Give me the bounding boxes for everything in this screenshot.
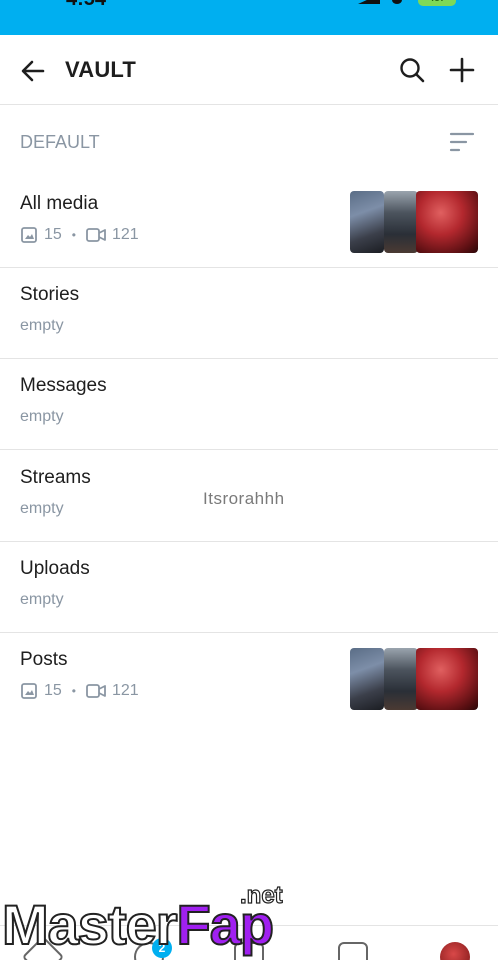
media-thumbnails bbox=[350, 191, 478, 253]
search-icon[interactable] bbox=[398, 56, 426, 84]
watermark-logo: MasterFap .net bbox=[0, 881, 310, 960]
back-arrow-icon[interactable] bbox=[18, 56, 48, 86]
app-bar: VAULT bbox=[0, 35, 498, 105]
page-title: VAULT bbox=[65, 57, 137, 82]
image-icon bbox=[20, 226, 38, 244]
list-item-stories[interactable]: Stories empty bbox=[0, 268, 498, 359]
list-item-name: Messages bbox=[20, 375, 107, 396]
signal-icon bbox=[358, 0, 380, 4]
wifi-icon bbox=[392, 0, 402, 4]
list-item-status: empty bbox=[20, 591, 64, 608]
list-item-stats: 15 • 121 bbox=[20, 224, 139, 246]
photo-count: 15 bbox=[44, 682, 62, 699]
thumbnail-image bbox=[384, 648, 418, 710]
thumbnail-image bbox=[416, 191, 478, 253]
thumbnail-image bbox=[384, 191, 418, 253]
media-thumbnails bbox=[350, 648, 478, 710]
separator-dot: • bbox=[71, 228, 76, 242]
list-item-name: All media bbox=[20, 193, 99, 214]
list-item-name: Uploads bbox=[20, 558, 90, 579]
notifications-icon[interactable] bbox=[338, 942, 368, 960]
overlay-username-text: Itsrorahhh bbox=[203, 489, 285, 508]
list-item-stats: 15 • 121 bbox=[20, 680, 139, 702]
list-item-name: Streams bbox=[20, 467, 91, 488]
photo-count: 15 bbox=[44, 226, 62, 243]
list-item-status: empty bbox=[20, 408, 64, 425]
image-icon bbox=[20, 682, 38, 700]
section-label: DEFAULT bbox=[20, 132, 100, 152]
thumbnail-image bbox=[416, 648, 478, 710]
status-time: 4:54 bbox=[66, 0, 106, 11]
list-item-all-media[interactable]: All media 15 • 121 bbox=[0, 177, 498, 268]
video-icon bbox=[86, 683, 106, 699]
section-header: DEFAULT bbox=[0, 105, 498, 177]
list-item-name: Posts bbox=[20, 649, 68, 670]
watermark-suffix: .net bbox=[239, 881, 283, 909]
status-bar: 4:54 457 bbox=[0, 0, 498, 35]
watermark-text: MasterFap bbox=[1, 892, 275, 957]
video-icon bbox=[86, 227, 106, 243]
list-item-messages[interactable]: Messages empty bbox=[0, 359, 498, 450]
list-item-uploads[interactable]: Uploads empty bbox=[0, 542, 498, 633]
thumbnail-image bbox=[350, 191, 384, 253]
plus-icon[interactable] bbox=[448, 56, 476, 84]
separator-dot: • bbox=[71, 684, 76, 698]
list-item-posts[interactable]: Posts 15 • 121 bbox=[0, 633, 498, 724]
thumbnail-image bbox=[350, 648, 384, 710]
list-item-status: empty bbox=[20, 500, 64, 517]
video-count: 121 bbox=[112, 226, 139, 243]
list-item-status: empty bbox=[20, 317, 64, 334]
avatar[interactable] bbox=[440, 942, 470, 960]
list-item-name: Stories bbox=[20, 284, 80, 305]
sort-icon[interactable] bbox=[448, 129, 476, 155]
video-count: 121 bbox=[112, 682, 139, 699]
battery-icon: 457 bbox=[418, 0, 456, 6]
